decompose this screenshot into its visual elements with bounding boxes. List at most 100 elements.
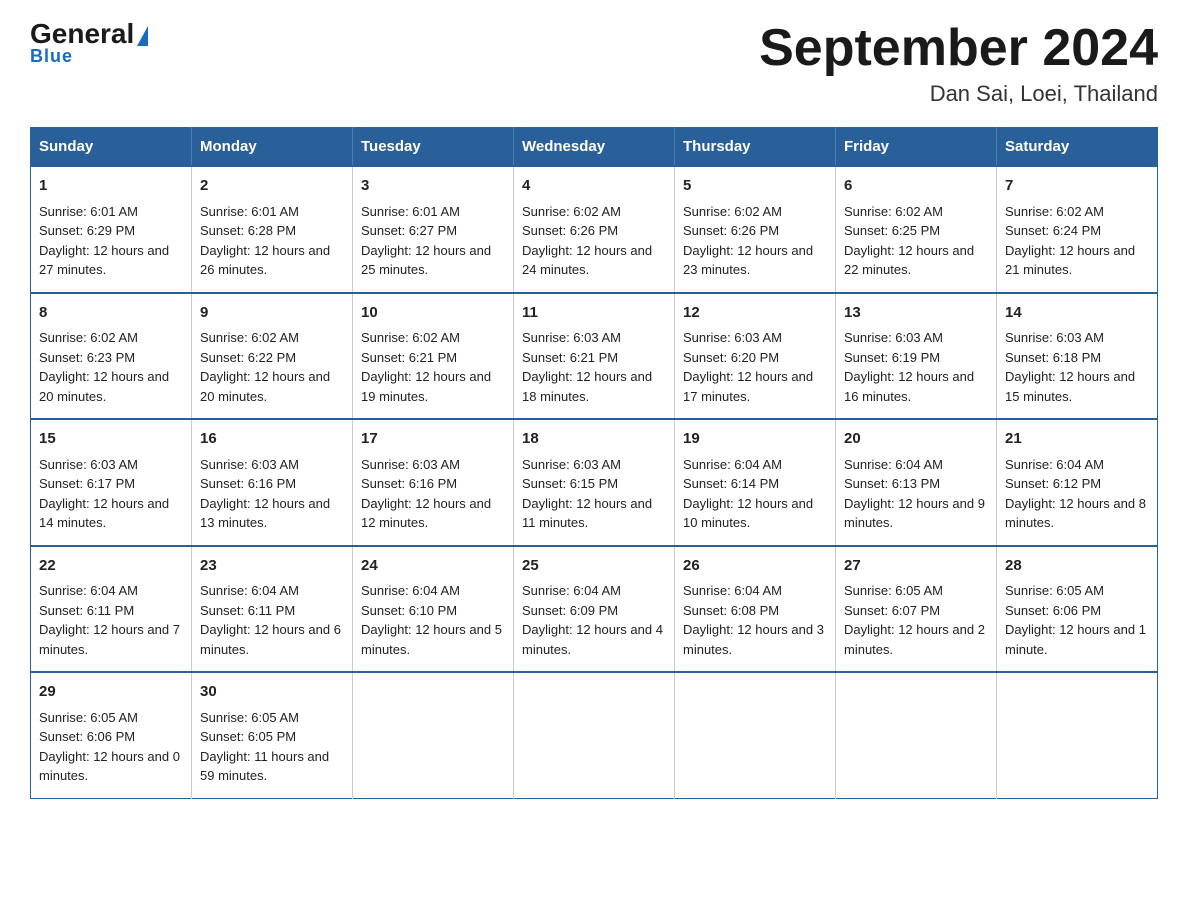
day-number: 27 (844, 555, 988, 578)
sunrise-text: Sunrise: 6:01 AM (39, 204, 138, 219)
sunrise-text: Sunrise: 6:04 AM (361, 583, 460, 598)
sunrise-text: Sunrise: 6:04 AM (1005, 457, 1104, 472)
calendar-cell: 21Sunrise: 6:04 AMSunset: 6:12 PMDayligh… (997, 419, 1158, 546)
sunrise-text: Sunrise: 6:02 AM (200, 330, 299, 345)
calendar-cell: 3Sunrise: 6:01 AMSunset: 6:27 PMDaylight… (353, 166, 514, 293)
calendar-cell: 1Sunrise: 6:01 AMSunset: 6:29 PMDaylight… (31, 166, 192, 293)
day-number: 9 (200, 302, 344, 325)
calendar-cell (514, 672, 675, 798)
sunset-text: Sunset: 6:13 PM (844, 476, 940, 491)
daylight-text: Daylight: 12 hours and 21 minutes. (1005, 243, 1135, 278)
sunset-text: Sunset: 6:12 PM (1005, 476, 1101, 491)
sunset-text: Sunset: 6:26 PM (522, 223, 618, 238)
calendar-cell: 20Sunrise: 6:04 AMSunset: 6:13 PMDayligh… (836, 419, 997, 546)
sunset-text: Sunset: 6:24 PM (1005, 223, 1101, 238)
daylight-text: Daylight: 12 hours and 16 minutes. (844, 369, 974, 404)
daylight-text: Daylight: 12 hours and 0 minutes. (39, 749, 180, 784)
location-subtitle: Dan Sai, Loei, Thailand (759, 81, 1158, 107)
daylight-text: Daylight: 12 hours and 22 minutes. (844, 243, 974, 278)
sunrise-text: Sunrise: 6:02 AM (844, 204, 943, 219)
calendar-cell: 5Sunrise: 6:02 AMSunset: 6:26 PMDaylight… (675, 166, 836, 293)
day-number: 21 (1005, 428, 1149, 451)
sunset-text: Sunset: 6:14 PM (683, 476, 779, 491)
calendar-cell: 13Sunrise: 6:03 AMSunset: 6:19 PMDayligh… (836, 293, 997, 420)
sunrise-text: Sunrise: 6:05 AM (200, 710, 299, 725)
daylight-text: Daylight: 12 hours and 5 minutes. (361, 622, 502, 657)
day-number: 3 (361, 175, 505, 198)
day-number: 12 (683, 302, 827, 325)
day-number: 25 (522, 555, 666, 578)
title-block: September 2024 Dan Sai, Loei, Thailand (759, 20, 1158, 107)
calendar-header-row: SundayMondayTuesdayWednesdayThursdayFrid… (31, 128, 1158, 167)
sunset-text: Sunset: 6:21 PM (522, 350, 618, 365)
day-number: 11 (522, 302, 666, 325)
daylight-text: Daylight: 12 hours and 19 minutes. (361, 369, 491, 404)
day-number: 26 (683, 555, 827, 578)
sunrise-text: Sunrise: 6:03 AM (522, 330, 621, 345)
calendar-cell (836, 672, 997, 798)
calendar-table: SundayMondayTuesdayWednesdayThursdayFrid… (30, 127, 1158, 799)
daylight-text: Daylight: 12 hours and 4 minutes. (522, 622, 663, 657)
daylight-text: Daylight: 12 hours and 10 minutes. (683, 496, 813, 531)
sunrise-text: Sunrise: 6:02 AM (361, 330, 460, 345)
sunset-text: Sunset: 6:08 PM (683, 603, 779, 618)
day-number: 28 (1005, 555, 1149, 578)
calendar-cell: 10Sunrise: 6:02 AMSunset: 6:21 PMDayligh… (353, 293, 514, 420)
sunrise-text: Sunrise: 6:03 AM (39, 457, 138, 472)
sunrise-text: Sunrise: 6:04 AM (683, 457, 782, 472)
calendar-week-row: 1Sunrise: 6:01 AMSunset: 6:29 PMDaylight… (31, 166, 1158, 293)
day-number: 6 (844, 175, 988, 198)
sunset-text: Sunset: 6:10 PM (361, 603, 457, 618)
sunrise-text: Sunrise: 6:05 AM (844, 583, 943, 598)
column-header-tuesday: Tuesday (353, 128, 514, 167)
sunrise-text: Sunrise: 6:04 AM (683, 583, 782, 598)
column-header-monday: Monday (192, 128, 353, 167)
daylight-text: Daylight: 12 hours and 9 minutes. (844, 496, 985, 531)
daylight-text: Daylight: 12 hours and 18 minutes. (522, 369, 652, 404)
daylight-text: Daylight: 12 hours and 7 minutes. (39, 622, 180, 657)
sunset-text: Sunset: 6:28 PM (200, 223, 296, 238)
day-number: 30 (200, 681, 344, 704)
calendar-cell (353, 672, 514, 798)
day-number: 23 (200, 555, 344, 578)
sunrise-text: Sunrise: 6:05 AM (1005, 583, 1104, 598)
day-number: 19 (683, 428, 827, 451)
sunset-text: Sunset: 6:06 PM (1005, 603, 1101, 618)
logo-general: General (30, 20, 148, 48)
day-number: 10 (361, 302, 505, 325)
calendar-cell: 14Sunrise: 6:03 AMSunset: 6:18 PMDayligh… (997, 293, 1158, 420)
calendar-cell: 9Sunrise: 6:02 AMSunset: 6:22 PMDaylight… (192, 293, 353, 420)
calendar-cell: 27Sunrise: 6:05 AMSunset: 6:07 PMDayligh… (836, 546, 997, 673)
calendar-cell: 11 Sunrise: 6:03 AM Sunset: 6:21 PM Dayligh… (514, 293, 675, 420)
daylight-text: Daylight: 12 hours and 14 minutes. (39, 496, 169, 531)
sunset-text: Sunset: 6:25 PM (844, 223, 940, 238)
daylight-text: Daylight: 12 hours and 1 minute. (1005, 622, 1146, 657)
day-number: 15 (39, 428, 183, 451)
sunset-text: Sunset: 6:11 PM (200, 603, 295, 618)
calendar-cell: 30Sunrise: 6:05 AMSunset: 6:05 PMDayligh… (192, 672, 353, 798)
calendar-cell: 4Sunrise: 6:02 AMSunset: 6:26 PMDaylight… (514, 166, 675, 293)
daylight-text: Daylight: 12 hours and 26 minutes. (200, 243, 330, 278)
sunrise-text: Sunrise: 6:02 AM (522, 204, 621, 219)
column-header-wednesday: Wednesday (514, 128, 675, 167)
sunrise-text: Sunrise: 6:03 AM (522, 457, 621, 472)
sunrise-text: Sunrise: 6:03 AM (361, 457, 460, 472)
daylight-text: Daylight: 12 hours and 15 minutes. (1005, 369, 1135, 404)
sunset-text: Sunset: 6:22 PM (200, 350, 296, 365)
day-number: 4 (522, 175, 666, 198)
day-number: 16 (200, 428, 344, 451)
calendar-cell: 25Sunrise: 6:04 AMSunset: 6:09 PMDayligh… (514, 546, 675, 673)
calendar-week-row: 22Sunrise: 6:04 AMSunset: 6:11 PMDayligh… (31, 546, 1158, 673)
calendar-cell: 28 Sunrise: 6:05 AM Sunset: 6:06 PM Dayligh… (997, 546, 1158, 673)
sunrise-text: Sunrise: 6:03 AM (1005, 330, 1104, 345)
sunrise-text: Sunrise: 6:05 AM (39, 710, 138, 725)
calendar-cell: 2Sunrise: 6:01 AMSunset: 6:28 PMDaylight… (192, 166, 353, 293)
calendar-cell: 16Sunrise: 6:03 AMSunset: 6:16 PMDayligh… (192, 419, 353, 546)
daylight-text: Daylight: 12 hours and 6 minutes. (200, 622, 341, 657)
sunset-text: Sunset: 6:19 PM (844, 350, 940, 365)
day-number: 13 (844, 302, 988, 325)
day-number: 24 (361, 555, 505, 578)
logo-blue: Blue (30, 46, 73, 67)
calendar-cell: 24 Sunrise: 6:04 AM Sunset: 6:10 PM Dayligh… (353, 546, 514, 673)
month-year-title: September 2024 (759, 20, 1158, 77)
